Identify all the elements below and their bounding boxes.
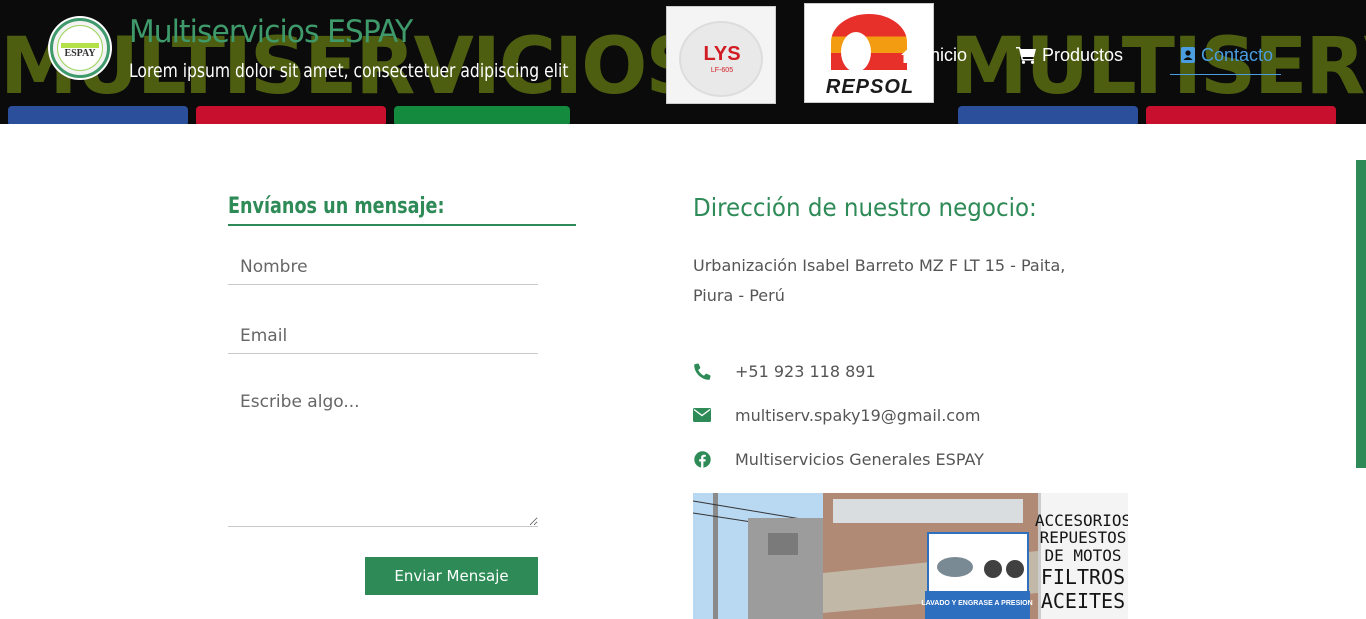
address-line-1: Urbanización Isabel Barreto MZ F LT 15 -… xyxy=(693,256,1066,275)
mobil-logo-strip xyxy=(8,106,188,124)
nav-inicio-label: Inicio xyxy=(925,44,968,65)
email-address: multiserv.spaky19@gmail.com xyxy=(735,405,981,425)
address-heading: Dirección de nuestro negocio: xyxy=(693,193,1037,222)
store-photo: LAVADO Y ENGRASE A PRESION ACCESORIOS RE… xyxy=(693,493,1128,619)
lys-brand-logo: LYS LF-605 xyxy=(666,6,776,104)
mobil-logo-strip-right xyxy=(958,106,1138,124)
repsol-brand-text: REPSOL xyxy=(825,76,915,98)
address-line-2: Piura - Perú xyxy=(693,286,785,305)
form-heading: Envíanos un mensaje: xyxy=(228,194,445,219)
store-sign-line-4: FILTROS xyxy=(1041,565,1125,589)
name-field[interactable] xyxy=(228,250,538,285)
site-header: MULTISERVICIOS MULTISERV LYS LF-605 REPS… xyxy=(0,0,1366,124)
contact-card-icon xyxy=(1181,47,1195,63)
contact-facebook[interactable]: Multiservicios Generales ESPAY xyxy=(693,448,984,470)
shell-logo-strip-right xyxy=(1146,106,1336,124)
castrol-logo-strip xyxy=(394,106,570,124)
facebook-page: Multiservicios Generales ESPAY xyxy=(735,449,984,469)
nav-productos[interactable]: Productos xyxy=(1016,42,1123,68)
store-banner-text: LAVADO Y ENGRASE A PRESION xyxy=(921,600,1032,607)
site-tagline: Lorem ipsum dolor sit amet, consectetuer… xyxy=(129,60,569,82)
contact-email[interactable]: multiserv.spaky19@gmail.com xyxy=(693,404,980,426)
shell-logo-strip xyxy=(196,106,386,124)
phone-number: +51 923 118 891 xyxy=(735,361,876,381)
nav-productos-label: Productos xyxy=(1042,44,1124,65)
site-logo[interactable]: ESPAY xyxy=(50,18,110,78)
contact-phone[interactable]: +51 923 118 891 xyxy=(693,360,876,382)
banner-word-right: MULTISERV xyxy=(950,22,1366,112)
store-sign-line-5: ACEITES xyxy=(1041,589,1125,613)
lys-brand-subtext: LF-605 xyxy=(710,67,734,74)
lys-brand-text: LYS xyxy=(703,43,741,65)
form-heading-underline xyxy=(228,224,576,226)
envelope-icon xyxy=(693,406,711,424)
site-title[interactable]: Multiservicios ESPAY xyxy=(129,14,413,50)
nav-contacto[interactable]: Contacto xyxy=(1180,42,1273,68)
store-sign-line-3: DE MOTOS xyxy=(1044,546,1121,565)
email-field[interactable] xyxy=(228,319,538,354)
nav-contacto-label: Contacto xyxy=(1201,44,1274,65)
nav-inicio[interactable]: Inicio xyxy=(900,42,967,68)
phone-icon xyxy=(693,362,711,380)
send-message-button[interactable]: Enviar Mensaje xyxy=(365,557,538,595)
site-logo-text: ESPAY xyxy=(64,48,96,59)
page-scrollbar-thumb[interactable] xyxy=(1356,160,1366,468)
home-icon xyxy=(901,47,919,63)
cart-icon xyxy=(1016,47,1036,64)
repsol-sun-icon xyxy=(831,14,907,70)
nav-active-underline xyxy=(1170,74,1281,75)
message-field[interactable] xyxy=(228,386,538,527)
facebook-icon xyxy=(693,450,711,468)
store-sign-line-2: REPUESTOS xyxy=(1040,528,1127,547)
